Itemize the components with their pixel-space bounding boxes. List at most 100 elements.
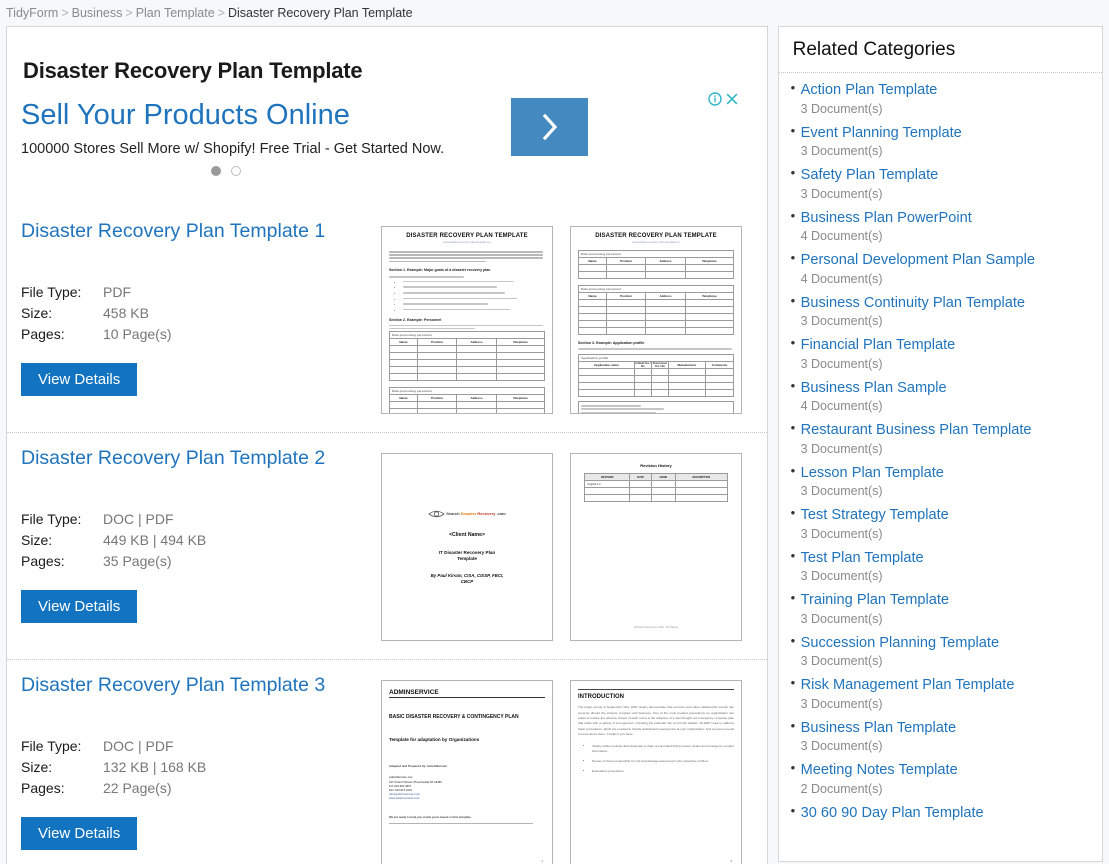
main-content-panel: Disaster Recovery Plan Template Sell You… <box>6 26 768 864</box>
sidebar-heading: Related Categories <box>778 27 1102 73</box>
thumb-th: Application name <box>578 360 635 369</box>
category-count: 4 Document(s) <box>800 229 883 243</box>
listing-title-link[interactable]: Disaster Recovery Plan Template 1 <box>21 220 325 243</box>
listing-metadata: File Type: PDF Size: 458 KB Pages: 10 Pa… <box>21 281 171 344</box>
category-link[interactable]: Event Planning Template <box>801 125 1102 143</box>
thumb-footer: All Rights Reserved. 2010. TechTarget <box>633 626 679 630</box>
list-item: Action Plan Template3 Document(s) <box>791 80 1102 115</box>
thumb-th: Telephone <box>495 338 546 347</box>
thumb-th: Name <box>578 291 607 300</box>
thumb-logo-text: Disaster <box>460 511 477 517</box>
thumb-table: REVISION DATE NAME DESCRIPTION Original … <box>584 473 728 503</box>
category-link[interactable]: Business Plan PowerPoint <box>801 210 1102 228</box>
thumb-section-heading: Section 3. Example: Application profile <box>578 340 645 345</box>
category-link[interactable]: Test Strategy Template <box>801 507 1102 525</box>
thumbnail-group: ADMINSERVICE BASIC DISASTER RECOVERY & C… <box>381 674 742 864</box>
category-link[interactable]: Test Plan Template <box>801 550 1102 568</box>
document-thumbnail[interactable]: DISASTER RECOVERY PLAN TEMPLATE www.disa… <box>381 226 553 415</box>
meta-value-size: 132 KB | 168 KB <box>103 758 207 775</box>
category-link[interactable]: Risk Management Plan Template <box>801 677 1102 695</box>
thumb-th: Address <box>456 338 497 347</box>
thumb-doc-title: DISASTER RECOVERY PLAN TEMPLATE <box>406 233 528 240</box>
listing-title-link[interactable]: Disaster Recovery Plan Template 3 <box>21 674 325 697</box>
thumb-th: Address <box>645 256 686 265</box>
thumb-table: Data processing personnel Name Position … <box>389 331 546 382</box>
category-link[interactable]: Business Plan Sample <box>801 380 1102 398</box>
category-link[interactable]: Training Plan Template <box>801 592 1102 610</box>
thumb-th: Fixed asset Yes / No <box>650 360 669 369</box>
document-thumbnail[interactable]: ADMINSERVICE BASIC DISASTER RECOVERY & C… <box>381 680 553 864</box>
category-count: 3 Document(s) <box>800 739 883 753</box>
thumb-th: REVISION <box>584 473 631 482</box>
category-link[interactable]: Safety Plan Template <box>801 167 1102 185</box>
list-item: Financial Plan Template3 Document(s) <box>791 335 1102 371</box>
meta-label-file-type: File Type: <box>21 737 82 754</box>
thumb-table: Application profile Application name Cri… <box>578 353 734 397</box>
category-count: 3 Document(s) <box>800 696 883 711</box>
breadcrumb-item-tidyform[interactable]: TidyForm <box>6 6 58 20</box>
document-thumbnail[interactable]: INTRODUCTION The tragic events of Septem… <box>570 680 742 864</box>
category-link[interactable]: Lesson Plan Template <box>801 465 1102 483</box>
breadcrumb-item-business[interactable]: Business <box>72 6 123 20</box>
category-link[interactable]: Action Plan Template <box>801 82 1102 100</box>
category-count: 3 Document(s) <box>800 356 883 371</box>
thumb-th: Critical Yes / No <box>633 360 652 369</box>
ad-headline[interactable]: Sell Your Products Online <box>21 98 753 131</box>
list-item: 30 60 90 Day Plan Template <box>791 803 1102 823</box>
category-count: 3 Document(s) <box>800 569 883 583</box>
category-link[interactable]: Financial Plan Template <box>801 337 1102 355</box>
category-link[interactable]: Succession Planning Template <box>801 635 1102 653</box>
listing-title-link[interactable]: Disaster Recovery Plan Template 2 <box>21 447 325 470</box>
view-details-button[interactable]: View Details <box>21 363 138 397</box>
thumb-table-caption: Data processing personnel <box>578 249 734 258</box>
category-link[interactable]: Business Continuity Plan Template <box>801 295 1102 313</box>
meta-label-pages: Pages: <box>21 779 65 796</box>
thumb-th: Name <box>578 256 607 265</box>
ad-carousel-dots[interactable] <box>21 165 753 176</box>
view-details-button[interactable]: View Details <box>21 590 138 624</box>
breadcrumb-current: Disaster Recovery Plan Template <box>228 6 413 20</box>
category-link[interactable]: Restaurant Business Plan Template <box>801 422 1102 440</box>
thumb-section-heading: Section 1. Example: Major goals of a dis… <box>389 268 491 273</box>
category-count: 3 Document(s) <box>800 526 883 541</box>
breadcrumb-item-plan-template[interactable]: Plan Template <box>136 6 215 20</box>
thumb-prepared-by: Adapted and Prepared by: AdminService <box>389 764 448 769</box>
page-title: Disaster Recovery Plan Template <box>23 57 363 83</box>
meta-row-size: Size: 132 KB | 168 KB <box>21 756 206 777</box>
chevron-right-icon <box>542 114 557 141</box>
list-item: Event Planning Template3 Document(s) <box>791 123 1102 158</box>
ad-subtext: 100000 Stores Sell More w/ Shopify! Free… <box>21 140 445 157</box>
close-icon[interactable] <box>725 92 739 106</box>
list-item: Risk Management Plan Template3 Document(… <box>791 675 1102 711</box>
document-thumbnail[interactable]: DISASTER RECOVERY PLAN TEMPLATE www.disa… <box>570 226 742 415</box>
document-thumbnail[interactable]: Revision History REVISION DATE NAME DESC… <box>570 453 742 642</box>
thumb-table: Data processing personnel Name Position … <box>389 387 546 414</box>
thumb-author: By Paul Kirvan, CISA, CISSP, FBCI, CBCP <box>430 573 504 585</box>
view-details-button[interactable]: View Details <box>21 817 138 851</box>
thumb-bullet: Clearly written policies that designate … <box>592 744 734 755</box>
meta-value-pages: 35 Page(s) <box>103 552 172 569</box>
list-item: Succession Planning Template3 Document(s… <box>791 633 1102 668</box>
ad-next-arrow-button[interactable] <box>511 98 588 157</box>
advertisement-banner[interactable]: Sell Your Products Online 100000 Stores … <box>21 92 753 206</box>
carousel-dot-inactive[interactable] <box>231 165 241 176</box>
breadcrumb-separator: > <box>61 6 69 20</box>
meta-label-size: Size: <box>21 531 53 548</box>
category-link[interactable]: Personal Development Plan Sample <box>801 252 1102 270</box>
category-link[interactable]: Business Plan Template <box>801 720 1102 738</box>
category-link[interactable]: 30 60 90 Day Plan Template <box>801 805 1102 823</box>
thumb-th: Telephone <box>684 256 735 265</box>
meta-label-file-type: File Type: <box>21 283 82 300</box>
meta-row-file-type: File Type: PDF <box>21 281 171 302</box>
meta-value-pages: 10 Page(s) <box>103 325 172 342</box>
meta-label-size: Size: <box>21 304 53 321</box>
document-thumbnail[interactable]: Search Disaster Recovery .com <Client Name>… <box>381 453 553 642</box>
thumb-th: Telephone <box>684 291 735 300</box>
meta-row-file-type: File Type: DOC | PDF <box>21 508 206 529</box>
listing-metadata: File Type: DOC | PDF Size: 449 KB | 494 … <box>21 508 206 571</box>
thumb-td: Original 1.0 <box>584 480 631 489</box>
category-link[interactable]: Meeting Notes Template <box>801 762 1102 780</box>
carousel-dot-active[interactable] <box>211 165 221 176</box>
adchoices-info-icon[interactable] <box>707 92 722 107</box>
thumb-doc-subtitle: IT Disaster Recovery Plan Template <box>438 549 496 562</box>
